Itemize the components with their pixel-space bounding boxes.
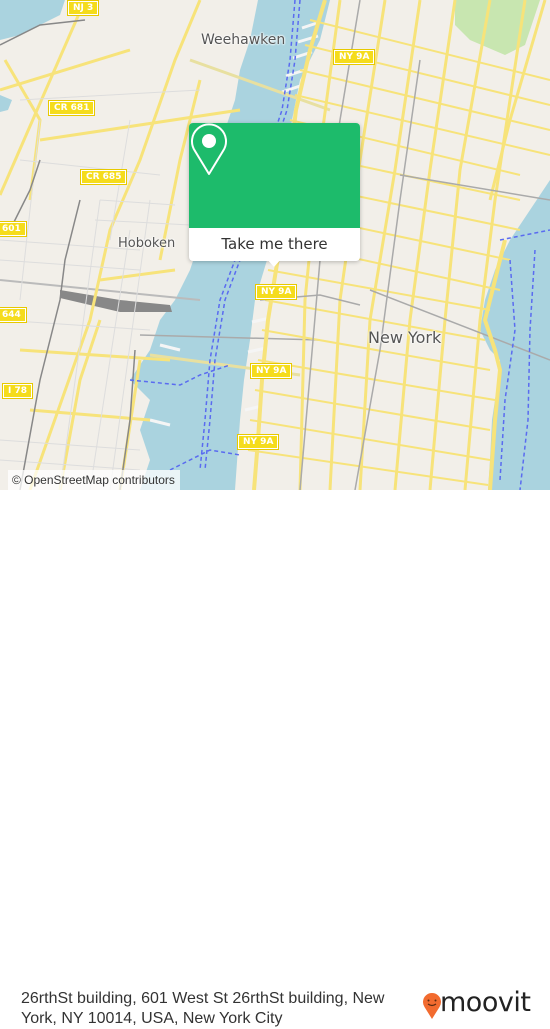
route-shield-nj3: NJ 3	[66, 0, 100, 16]
route-shield-ny9a: NY 9A	[249, 363, 293, 379]
route-shield-i78: I 78	[1, 383, 34, 399]
place-label-new-york: New York	[368, 328, 442, 347]
take-me-there-button[interactable]: Take me there	[189, 228, 360, 261]
map-attribution[interactable]: © OpenStreetMap contributors	[8, 470, 180, 490]
place-label-weehawken: Weehawken	[201, 32, 286, 48]
moovit-wordmark: moovit	[440, 987, 531, 1018]
route-shield-cr644: 644	[0, 307, 27, 323]
address-text: 26rthSt building, 601 West St 26rthSt bu…	[21, 990, 385, 1027]
route-shield-ny9a: NY 9A	[332, 49, 376, 65]
route-shield-cr681: CR 681	[47, 100, 96, 116]
popup-header	[189, 123, 360, 228]
route-shield-cr685: CR 685	[79, 169, 128, 185]
moovit-logo[interactable]: moovit	[420, 987, 532, 1022]
route-shield-ny9a: NY 9A	[236, 434, 280, 450]
place-label-hoboken: Hoboken	[118, 236, 176, 251]
map-view[interactable]: Weehawken Hoboken New York NJ 3 NY 9A CR…	[0, 0, 550, 490]
footer: 26rthSt building, 601 West St 26rthSt bu…	[0, 490, 550, 1027]
popup-pointer	[266, 258, 282, 267]
location-popup: Take me there	[189, 123, 360, 267]
moovit-pin-icon	[423, 993, 441, 1019]
route-shield-ny9a: NY 9A	[254, 284, 298, 300]
route-shield-cr601: 601	[0, 221, 27, 237]
location-pin-icon	[191, 123, 227, 175]
